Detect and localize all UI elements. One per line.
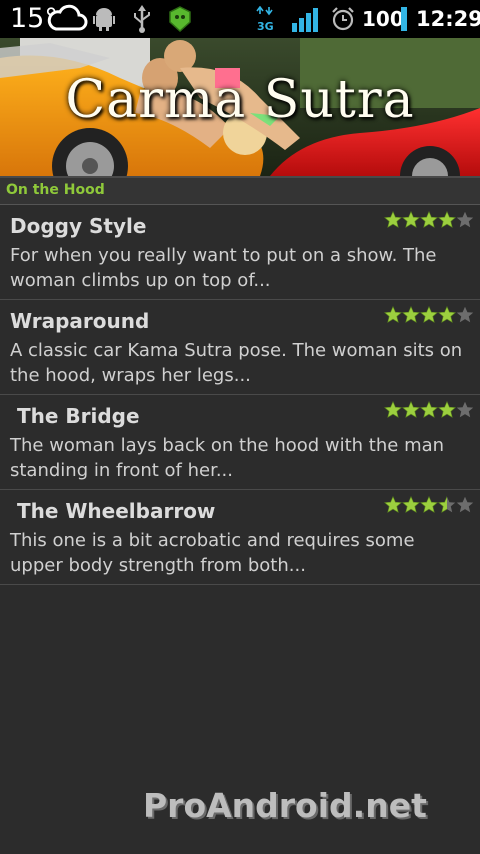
star-icon	[420, 401, 438, 418]
star-icon	[384, 496, 402, 513]
item-description: A classic car Kama Sutra pose. The woman…	[10, 340, 463, 386]
position-list: Doggy Style For when you really want to …	[0, 205, 480, 585]
star-icon	[384, 211, 402, 228]
app-title: Carma Sutra	[65, 70, 415, 130]
app-notification-icon	[168, 6, 192, 36]
star-icon	[456, 401, 474, 418]
list-item[interactable]: The Wheelbarrow This one is a bit acroba…	[0, 490, 480, 585]
star-rating	[384, 211, 474, 229]
list-item[interactable]: Doggy Style For when you really want to …	[0, 205, 480, 300]
star-icon	[402, 306, 420, 323]
star-icon	[456, 211, 474, 228]
star-icon	[420, 306, 438, 323]
star-rating	[384, 306, 474, 324]
alarm-icon	[331, 7, 355, 35]
section-title: On the Hood	[6, 182, 105, 198]
item-description: This one is a bit acrobatic and requires…	[10, 530, 415, 576]
star-icon	[402, 496, 420, 513]
usb-icon	[132, 5, 152, 37]
clock-text: 12:29	[416, 7, 480, 31]
svg-text:3G: 3G	[257, 20, 274, 32]
star-icon	[402, 401, 420, 418]
list-item[interactable]: Wraparound A classic car Kama Sutra pose…	[0, 300, 480, 395]
star-icon	[438, 211, 456, 228]
item-description: The woman lays back on the hood with the…	[10, 435, 445, 481]
star-icon	[402, 211, 420, 228]
status-bar: 15° 3G 100 12:29	[0, 0, 480, 38]
section-header: On the Hood	[0, 176, 480, 205]
star-icon	[456, 496, 474, 513]
star-rating	[384, 401, 474, 419]
item-title: The Wheelbarrow	[10, 499, 216, 523]
network-3g-icon: 3G	[256, 5, 276, 36]
star-icon	[438, 306, 456, 323]
star-icon	[420, 496, 438, 513]
star-icon	[456, 306, 474, 323]
cloud-icon	[46, 3, 88, 37]
star-icon	[438, 401, 456, 418]
star-rating	[384, 496, 474, 514]
android-debug-icon	[93, 7, 115, 35]
battery-level-text: 100	[362, 7, 404, 31]
star-icon	[384, 401, 402, 418]
list-item[interactable]: The Bridge The woman lays back on the ho…	[0, 395, 480, 490]
signal-icon	[292, 8, 318, 36]
item-title: Doggy Style	[10, 214, 147, 238]
battery-icon	[401, 7, 407, 31]
item-description: For when you really want to put on a sho…	[10, 245, 437, 291]
watermark-text: ProAndroid.net	[143, 786, 427, 825]
star-icon	[420, 211, 438, 228]
item-title: Wraparound	[10, 309, 150, 333]
item-title: The Bridge	[10, 404, 140, 428]
header-banner: Carma Sutra	[0, 38, 480, 176]
star-icon	[438, 496, 456, 513]
star-icon	[384, 306, 402, 323]
